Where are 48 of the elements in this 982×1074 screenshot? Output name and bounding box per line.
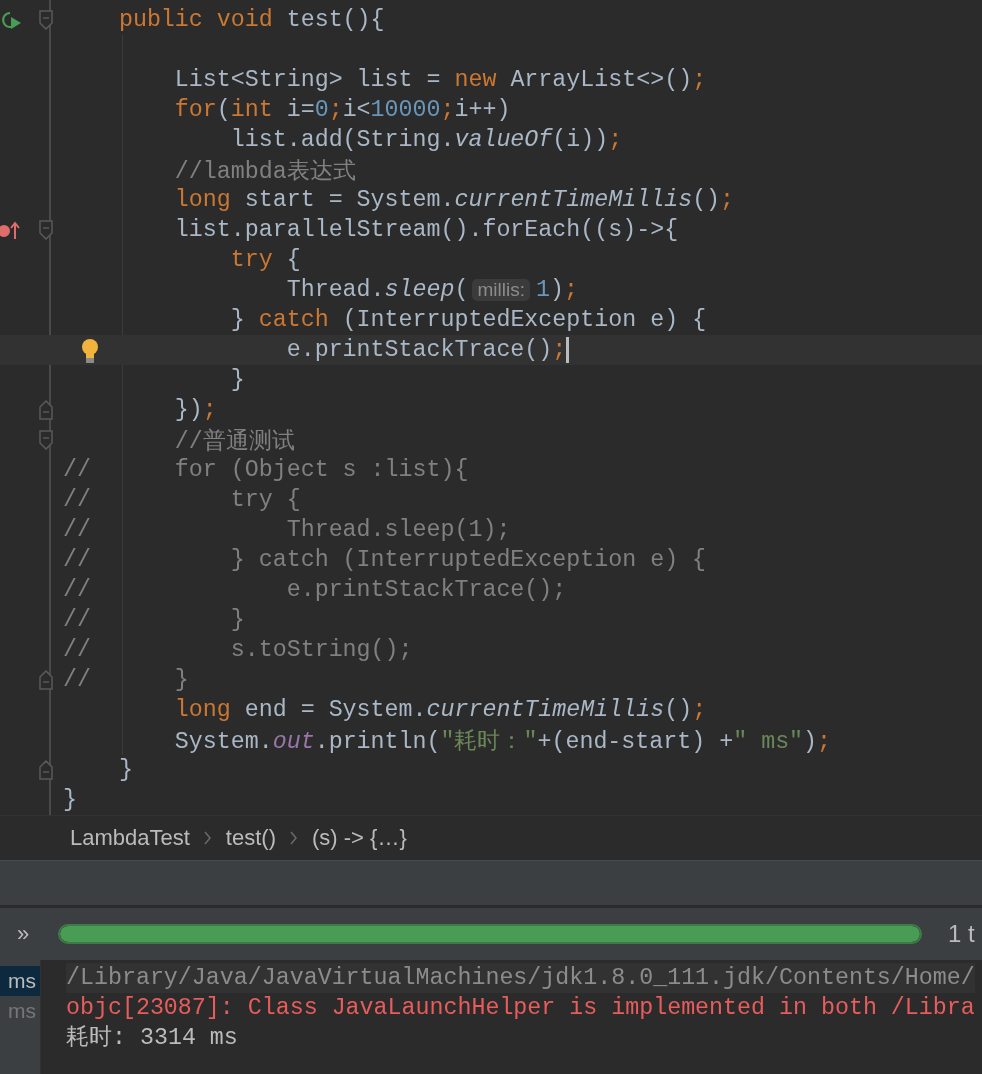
console-error: objc[23087]: Class JavaLaunchHelper is implemented in both /Libra: [66, 994, 975, 1023]
fold-icon[interactable]: [39, 670, 53, 690]
test-time[interactable]: ms: [0, 966, 40, 996]
code-comment: // try {: [63, 487, 301, 513]
code-comment: // }: [63, 607, 245, 633]
code-text: Thread.sleep(: [286, 277, 469, 303]
code-text: }: [230, 367, 245, 393]
console-output: 耗时: 3314 ms: [66, 1024, 239, 1053]
breadcrumb-item[interactable]: test(): [225, 825, 276, 851]
fold-icon[interactable]: [39, 400, 53, 420]
code-text: for(int i=0;i<10000;i++): [174, 97, 511, 123]
breadcrumb-item[interactable]: (s) -> {…}: [312, 825, 407, 851]
code-comment: // for (Object s :list){: [63, 457, 469, 483]
code-text: System.out.println("耗时："+(end-start) +" ms");: [174, 727, 832, 756]
code-text: e.printStackTrace();: [286, 337, 567, 363]
code-text: list.add(String.valueOf(i));: [230, 127, 623, 153]
code-comment: // s.toString();: [63, 637, 413, 663]
code-text: long end = System.currentTimeMillis();: [174, 697, 707, 723]
code-comment: //lambda表达式: [174, 157, 356, 186]
more-button[interactable]: »: [0, 921, 46, 947]
test-summary: 1 t: [948, 920, 975, 948]
code-text: List<String> list = new ArrayList<>();: [174, 67, 707, 93]
chevron-icon: [203, 831, 212, 845]
code-comment: // }: [63, 667, 189, 693]
code-comment: // } catch (InterruptedException e) {: [63, 547, 707, 573]
console-command: /Library/Java/JavaVirtualMachines/jdk1.8.0_111.jdk/Contents/Home/: [66, 963, 975, 993]
fold-icon[interactable]: [39, 430, 53, 450]
code-text: list.parallelStream().forEach((s)->{: [174, 217, 679, 243]
code-text: });: [174, 397, 217, 423]
code-comment: //普通测试: [174, 427, 295, 456]
code-text: 1);: [535, 277, 578, 303]
run-icon[interactable]: [0, 9, 22, 31]
code-comment: // e.printStackTrace();: [63, 577, 567, 603]
breadcrumb-item[interactable]: LambdaTest: [70, 825, 190, 851]
chevron-icon: [290, 831, 298, 845]
fold-icon[interactable]: [39, 760, 53, 780]
fold-icon[interactable]: [39, 10, 53, 30]
code-text: }: [63, 787, 77, 813]
code-text: long start = System.currentTimeMillis();: [174, 187, 735, 213]
override-icon[interactable]: [0, 219, 22, 241]
parameter-hint: millis:: [472, 279, 530, 301]
code-text: }: [118, 757, 133, 783]
lightbulb-icon[interactable]: [79, 338, 101, 364]
code-text: try {: [230, 247, 301, 273]
code-text: } catch (InterruptedException e) {: [230, 307, 707, 333]
code-comment: // Thread.sleep(1);: [63, 517, 511, 543]
code-text: public void test(){: [118, 7, 385, 33]
fold-icon[interactable]: [39, 220, 53, 240]
